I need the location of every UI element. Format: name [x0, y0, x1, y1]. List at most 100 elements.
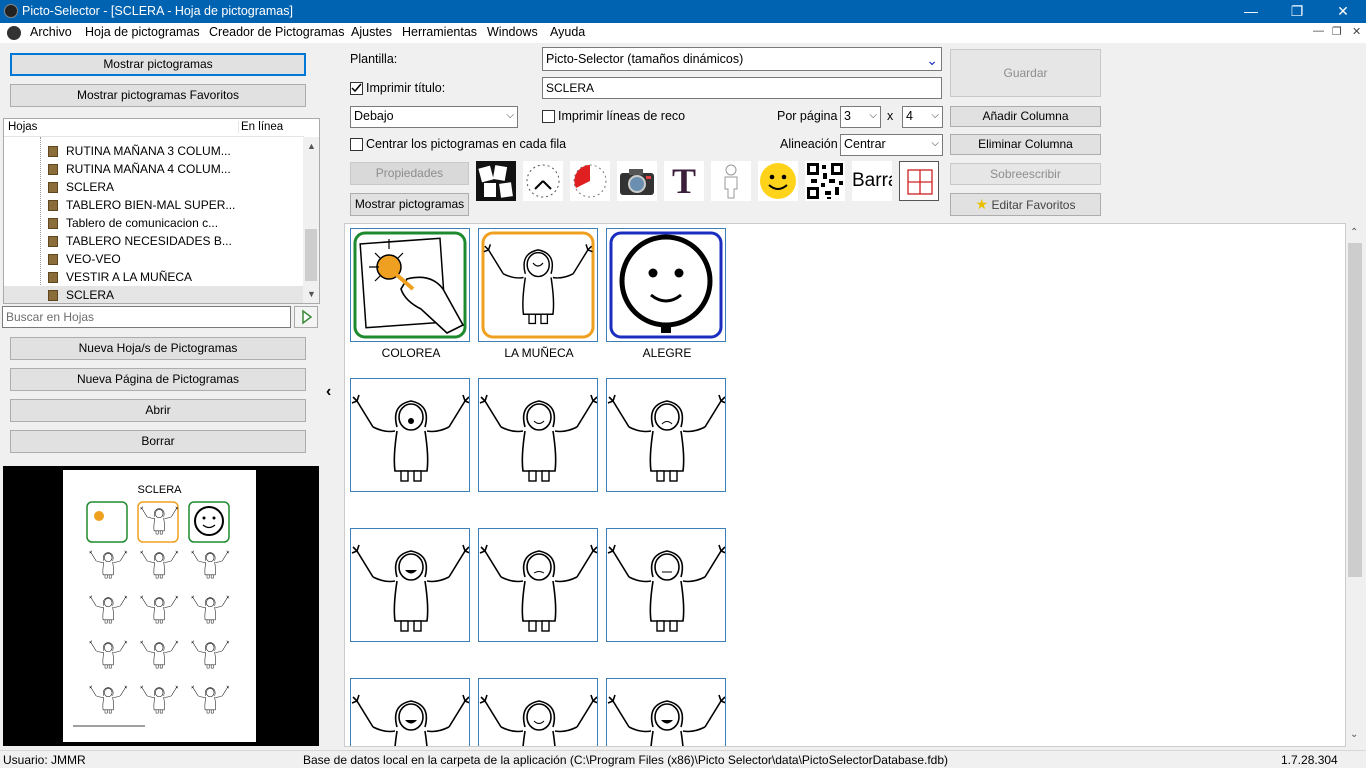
minimize-button[interactable]: — [1228, 0, 1274, 23]
smiley-icon[interactable] [758, 161, 798, 201]
doll-icon [351, 544, 471, 632]
grid-scrollbar[interactable]: ⌃ ⌄ [1346, 223, 1364, 747]
tree-col-online[interactable]: En línea [238, 121, 283, 133]
search-go-button[interactable] [294, 306, 318, 328]
mdi-close-icon[interactable]: ✕ [1352, 25, 1361, 38]
tree-scroll-thumb[interactable] [305, 229, 317, 281]
center-pictos-checkbox[interactable] [350, 138, 363, 151]
new-page-button[interactable]: Nueva Página de Pictogramas [10, 368, 306, 391]
mdi-restore-icon[interactable]: ❐ [1332, 25, 1342, 38]
per-page-label: Por página [777, 109, 838, 123]
menu-archivo[interactable]: Archivo [30, 25, 72, 39]
tree-item[interactable]: TABLERO NECESIDADES B... [4, 232, 304, 250]
menu-ayuda[interactable]: Ayuda [550, 25, 585, 39]
search-sheets-input[interactable]: Buscar en Hojas [2, 306, 291, 328]
alignment-select[interactable]: Centrar ⌵ [840, 134, 943, 156]
status-database: Base de datos local en la carpeta de la … [303, 753, 948, 767]
add-column-button[interactable]: Añadir Columna [950, 106, 1101, 127]
open-button[interactable]: Abrir [10, 399, 306, 422]
book-icon [48, 272, 58, 283]
close-button[interactable]: ✕ [1320, 0, 1366, 23]
grid-scroll-thumb[interactable] [1348, 243, 1362, 577]
picto-alegre[interactable] [606, 228, 726, 342]
tree-item[interactable]: RUTINA MAÑANA 3 COLUM... [4, 142, 304, 160]
picto-doll-row4-2[interactable] [478, 678, 599, 746]
picto-doll-row4-1[interactable] [350, 678, 471, 746]
show-pictograms-button[interactable]: Mostrar pictogramas [10, 53, 306, 76]
save-button[interactable]: Guardar [950, 49, 1101, 97]
tree-item[interactable]: TABLERO BIEN-MAL SUPER... [4, 196, 304, 214]
text-t-icon[interactable]: T [664, 161, 704, 201]
book-icon [48, 164, 58, 175]
tree-col-hojas[interactable]: Hojas [8, 121, 37, 133]
status-bar: Usuario: JMMR Base de datos local en la … [0, 750, 1366, 768]
tree-item[interactable]: Tablero de comunicacion c... [4, 214, 304, 232]
book-icon [48, 218, 58, 229]
remove-column-button[interactable]: Eliminar Columna [950, 134, 1101, 155]
camera-icon[interactable] [617, 161, 657, 201]
cards-icon[interactable] [476, 161, 516, 201]
show-pictograms-toolbar-button[interactable]: Mostrar pictogramas [350, 193, 469, 216]
picto-doll-row4-3[interactable] [606, 678, 727, 746]
alignment-label: Alineación [780, 137, 838, 151]
pictogram-grid[interactable]: COLOREA LA MUÑECA ALEGRE [344, 223, 1346, 747]
doll-icon [607, 394, 727, 482]
template-select[interactable]: Picto-Selector (tamaños dinámicos) ⌄ [542, 47, 942, 71]
mdi-minimize-icon[interactable]: — [1313, 25, 1324, 37]
delete-button[interactable]: Borrar [10, 430, 306, 453]
preview-page: SCLERA [63, 470, 256, 742]
picto-doll-laugh[interactable] [350, 528, 471, 642]
show-favorites-button[interactable]: Mostrar pictogramas Favoritos [10, 84, 306, 107]
tree-item-selected[interactable]: SCLERA [4, 286, 304, 303]
panel-splitter[interactable]: ‹ [322, 43, 344, 749]
app-logo-icon [4, 4, 18, 18]
picto-doll-sad[interactable] [606, 378, 727, 492]
tree-scrollbar[interactable]: ▲ ▼ [303, 137, 319, 303]
tree-item[interactable]: VESTIR A LA MUÑECA [4, 268, 304, 286]
menu-windows[interactable]: Windows [487, 25, 538, 39]
caption-alegre: ALEGRE [642, 346, 692, 360]
print-title-checkbox[interactable] [350, 82, 363, 95]
columns-select[interactable]: 3 ⌵ [840, 106, 881, 128]
sheets-tree[interactable]: Hojas En línea RUTINA MAÑANA 3 COLUM... … [3, 118, 320, 304]
tree-item[interactable]: SCLERA [4, 178, 304, 196]
scroll-down-icon[interactable]: ▼ [307, 289, 316, 299]
edit-favorites-button[interactable]: ★ Editar Favoritos [950, 193, 1101, 216]
star-icon: ★ [975, 196, 989, 212]
scroll-up-icon[interactable]: ⌃ [1350, 227, 1358, 238]
scroll-up-icon[interactable]: ▲ [307, 141, 316, 151]
timer-icon[interactable] [570, 161, 610, 201]
picto-doll-happy[interactable] [478, 378, 599, 492]
picto-la-muneca[interactable] [478, 228, 598, 342]
barcode-text-icon[interactable]: Barra [852, 161, 892, 201]
window-title: Picto-Selector - [SCLERA - Hoja de picto… [22, 4, 293, 18]
menu-hoja[interactable]: Hoja de pictogramas [85, 25, 200, 39]
picto-doll-surprised[interactable] [350, 378, 471, 492]
restore-button[interactable]: ❐ [1274, 0, 1320, 23]
tree-item[interactable]: RUTINA MAÑANA 4 COLUM... [4, 160, 304, 178]
grid-cell-icon[interactable] [899, 161, 939, 201]
collapse-chevron-icon[interactable]: ‹ [326, 383, 331, 401]
menu-ajustes[interactable]: Ajustes [351, 25, 392, 39]
print-lines-checkbox[interactable] [542, 110, 555, 123]
tree-item[interactable]: VEO-VEO [4, 250, 304, 268]
picto-doll-neutral[interactable] [606, 528, 727, 642]
picto-colorea[interactable] [350, 228, 470, 342]
rows-select[interactable]: 4 ⌵ [902, 106, 943, 128]
qr-code-icon[interactable] [805, 161, 845, 201]
overwrite-button[interactable]: Sobreescribir [950, 163, 1101, 185]
title-position-select[interactable]: Debajo ⌵ [350, 106, 518, 128]
properties-button[interactable]: Propiedades [350, 162, 469, 185]
picto-doll-worried[interactable] [478, 528, 599, 642]
clock-icon[interactable] [523, 161, 563, 201]
mdi-doc-icon[interactable] [7, 26, 21, 40]
chevron-down-icon: ⌵ [931, 138, 939, 149]
title-input[interactable]: SCLERA [542, 77, 942, 99]
figure-outline-icon[interactable] [711, 161, 751, 201]
new-sheet-button[interactable]: Nueva Hoja/s de Pictogramas [10, 337, 306, 360]
chevron-down-icon: ⌵ [506, 110, 514, 121]
menu-herramientas[interactable]: Herramientas [402, 25, 477, 39]
scroll-down-icon[interactable]: ⌄ [1350, 729, 1358, 740]
menu-creador[interactable]: Creador de Pictogramas [209, 25, 344, 39]
caption-colorea: COLOREA [381, 346, 441, 360]
